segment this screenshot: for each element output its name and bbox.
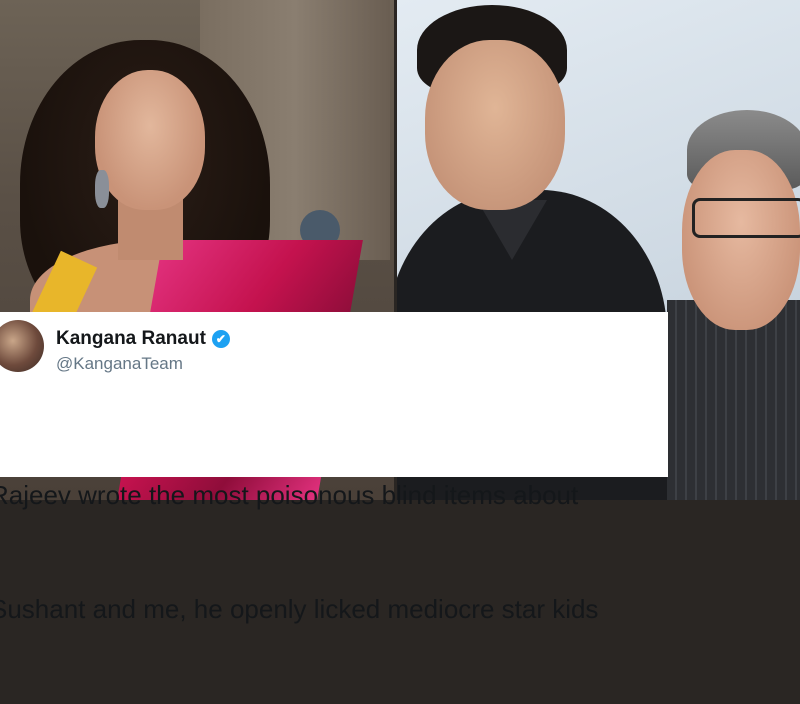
earring: [95, 170, 109, 208]
smiling-man-face: [682, 150, 800, 330]
tweet-author-handle: @KanganaTeam: [56, 354, 183, 373]
man-plaid-shirt: [667, 300, 800, 500]
woman-face: [95, 70, 205, 210]
avatar: [0, 320, 44, 372]
verified-badge-icon: ✔: [211, 330, 230, 348]
man-face: [425, 40, 565, 210]
tweet-text-line: Rajeev wrote the most poisonous blind it…: [0, 480, 579, 510]
tweet-card: Kangana Ranaut ✔ @KanganaTeam Rajeev wrot…: [0, 312, 668, 624]
glasses: [692, 198, 800, 238]
tweet-author-name: Kangana Ranaut ✔: [56, 328, 230, 350]
author-name-text: Kangana Ranaut: [56, 328, 206, 349]
tweet-body: Rajeev wrote the most poisonous blind it…: [0, 400, 670, 704]
tweet-text-line: Sushant and me, he openly licked mediocr…: [0, 594, 599, 624]
